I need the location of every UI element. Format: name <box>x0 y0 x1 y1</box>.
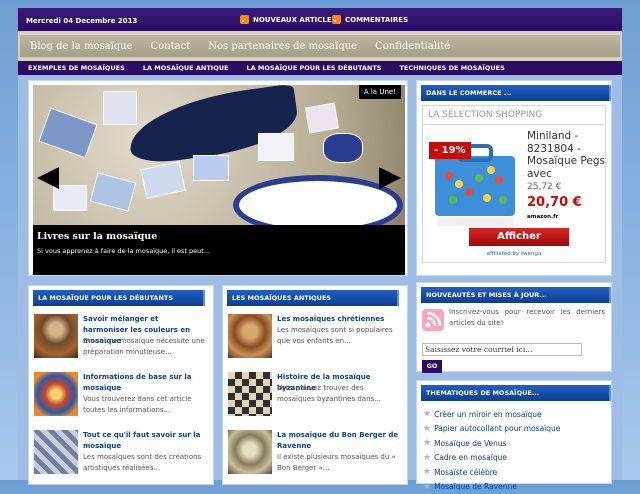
old-price: 25,72 € <box>527 182 561 192</box>
main-menu: Blog de la mosaïque Contact Nos partenai… <box>18 31 622 61</box>
category-examples[interactable]: EXEMPLES DE MOSAÏQUES <box>28 64 125 72</box>
list-item: Les mosaïques chrétiennes Les mosaïques … <box>223 314 407 372</box>
rss-icon[interactable] <box>422 309 444 331</box>
list-item: La mosaïque du Bon Berger de Ravenne Il … <box>223 430 407 488</box>
article-title[interactable]: La mosaïque du Bon Berger de Ravenne <box>277 430 399 452</box>
product-name[interactable]: Miniland - 8231804 - Mosaïque Pegs avec <box>527 130 609 180</box>
menu-item-contact[interactable]: Contact <box>151 41 191 52</box>
theme-link[interactable]: ★Mosaïste célèbre <box>423 465 611 480</box>
article-excerpt: Créer une mosaïque nécessite une prépara… <box>83 336 207 358</box>
widget-heading: DANS LE COMMERCE ... <box>421 85 609 101</box>
email-field[interactable]: Saisissez votre courriel ici... <box>422 343 582 356</box>
view-product-button[interactable]: Afficher <box>469 228 569 246</box>
article-thumbnail[interactable] <box>34 372 78 416</box>
page: Mercredi 04 Decembre 2013 NOUVEAUX ARTIC… <box>18 8 622 480</box>
slide-title[interactable]: Livres sur la mosaïque <box>37 231 157 242</box>
theme-link[interactable]: ★Mosaïque de Ravenne <box>423 480 611 494</box>
rss-icon <box>332 15 341 24</box>
menu-item-partners[interactable]: Nos partenaires de mosaïque <box>208 41 357 52</box>
newsletter-widget: NOUVEAUTÉS ET MISES À JOUR... Inscrivez-… <box>416 282 612 372</box>
rss-icon <box>240 15 249 24</box>
category-beginners[interactable]: LA MOSAÏQUE POUR LES DÉBUTANTS <box>246 64 381 72</box>
themes-widget: THEMATIQUES DE MOSAÏQUE... ★Créer un mir… <box>416 380 612 484</box>
prev-slide-arrow-icon[interactable] <box>37 167 59 189</box>
affiliate-link[interactable]: affiliated by twenga <box>423 251 605 257</box>
menu-item-blog[interactable]: Blog de la mosaïque <box>30 41 133 52</box>
category-menu: EXEMPLES DE MOSAÏQUES LA MOSAÏQUE ANTIQU… <box>18 61 622 75</box>
widget-heading: NOUVEAUTÉS ET MISES À JOUR... <box>421 287 609 303</box>
top-bar: Mercredi 04 Decembre 2013 NOUVEAUX ARTIC… <box>18 8 622 31</box>
theme-link[interactable]: ★Créer un miroir en mosaïque <box>423 407 611 422</box>
antique-section: LES MOSAÏQUES ANTIQUES Les mosaïques chr… <box>222 285 408 485</box>
article-excerpt: Il existe plusieurs mosaïques du « Bon B… <box>277 452 401 474</box>
article-thumbnail[interactable] <box>228 372 272 416</box>
newsletter-text: Inscrivez-vous pour recevoir les dernier… <box>449 307 605 329</box>
article-excerpt: Vous pouvez trouver des mosaïques byzant… <box>277 383 401 405</box>
list-item: Savoir mélanger et harmoniser les couleu… <box>29 314 213 372</box>
theme-link[interactable]: ★Papier autocollant pour mosaïque <box>423 422 611 437</box>
article-excerpt: Les mosaïques sont des créations artisti… <box>83 452 207 474</box>
article-title[interactable]: Informations de base sur la mosaïque <box>83 372 205 394</box>
theme-link[interactable]: ★Mosaïque de Venus <box>423 436 611 451</box>
star-icon: ★ <box>423 424 431 434</box>
list-item: Informations de base sur la mosaïque Vou… <box>29 372 213 430</box>
section-heading[interactable]: LA MOSAÏQUE POUR LES DÉBUTANTS <box>33 290 203 306</box>
star-icon: ★ <box>423 409 431 419</box>
article-title[interactable]: Les mosaïques chrétiennes <box>277 314 399 325</box>
subscribe-button[interactable]: GO <box>422 360 442 373</box>
theme-link[interactable]: ★Cadre en mosaïque <box>423 451 611 466</box>
slide-excerpt: Si vous apprenez à faire de la mosaïque,… <box>37 247 210 255</box>
slide-caption: Livres sur la mosaïque Si vous apprenez … <box>33 225 405 275</box>
article-thumbnail[interactable] <box>34 314 78 358</box>
product-price: 20,70 € <box>527 195 582 210</box>
article-thumbnail[interactable] <box>228 314 272 358</box>
category-techniques[interactable]: TECHNIQUES DE MOSAÏQUES <box>399 64 504 72</box>
featured-slider: A la Une! Livres sur la mosaïque Si vous… <box>28 80 408 276</box>
article-thumbnail[interactable] <box>228 430 272 474</box>
shop-widget: DANS LE COMMERCE ... LA SÉLECTION SHOPPI… <box>416 80 612 276</box>
shopping-selection: LA SÉLECTION SHOPPING - 19% Miniland - 8… <box>422 105 606 263</box>
comments-feed-link[interactable]: COMMENTAIRES <box>332 15 408 24</box>
article-excerpt: Les mosaïques sont si populaires que vos… <box>277 325 401 347</box>
beginners-section: LA MOSAÏQUE POUR LES DÉBUTANTS Savoir mé… <box>28 285 214 485</box>
widget-heading: THEMATIQUES DE MOSAÏQUE... <box>421 385 609 401</box>
list-item: Tout ce qu'il faut savoir sur la mosaïqu… <box>29 430 213 488</box>
featured-badge: A la Une! <box>359 85 401 99</box>
star-icon: ★ <box>423 438 431 448</box>
discount-badge: - 19% <box>429 142 471 159</box>
content-area: A la Une! Livres sur la mosaïque Si vous… <box>18 75 622 480</box>
star-icon: ★ <box>423 482 431 492</box>
article-excerpt: Vous trouverez dans cet article toutes l… <box>83 394 207 416</box>
list-item: Histoire de la mosaïque byzantine Vous p… <box>223 372 407 430</box>
category-antique[interactable]: LA MOSAÏQUE ANTIQUE <box>143 64 229 72</box>
article-thumbnail[interactable] <box>34 430 78 474</box>
article-title[interactable]: Tout ce qu'il faut savoir sur la mosaïqu… <box>83 430 205 452</box>
new-articles-feed-link[interactable]: NOUVEAUX ARTICLES <box>240 15 337 24</box>
menu-item-privacy[interactable]: Confidentialité <box>375 41 450 52</box>
next-slide-arrow-icon[interactable] <box>379 167 401 189</box>
featured-image[interactable]: A la Une! <box>33 85 405 225</box>
amazon-logo: amazon.fr <box>527 214 558 220</box>
shop-label: LA SÉLECTION SHOPPING <box>423 106 605 125</box>
current-date: Mercredi 04 Decembre 2013 <box>26 17 137 25</box>
section-heading[interactable]: LES MOSAÏQUES ANTIQUES <box>227 290 397 306</box>
star-icon: ★ <box>423 467 431 477</box>
star-icon: ★ <box>423 453 431 463</box>
